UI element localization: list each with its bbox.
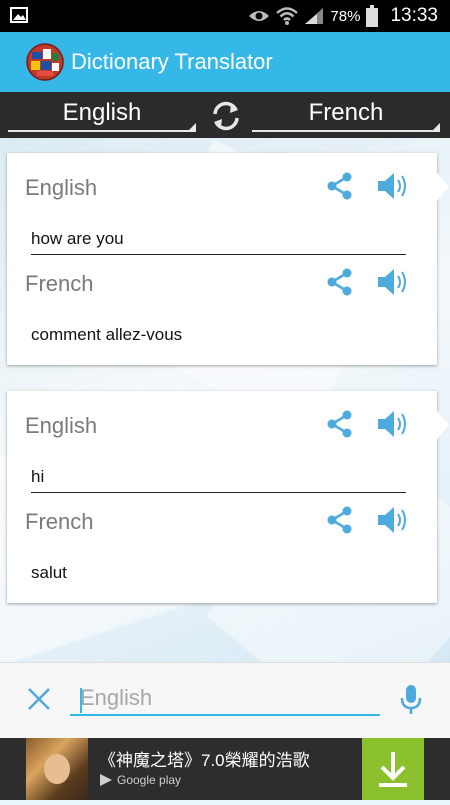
target-language-heading: French (25, 509, 94, 534)
translate-input[interactable] (70, 682, 380, 716)
translated-text[interactable]: comment allez-vous (31, 325, 182, 345)
speaker-icon[interactable] (375, 169, 409, 203)
mic-icon[interactable] (400, 684, 422, 716)
source-language-select[interactable]: English (8, 92, 196, 138)
translated-text[interactable]: salut (31, 563, 67, 583)
clock: 13:33 (390, 5, 438, 26)
status-bar: 78% 13:33 (0, 0, 450, 32)
translation-card: English hi French salut (7, 391, 449, 603)
signal-icon (305, 8, 324, 24)
speaker-icon[interactable] (375, 265, 409, 299)
ad-download-button[interactable] (362, 738, 424, 800)
ad-thumbnail[interactable] (26, 738, 88, 800)
app-title: Dictionary Translator (71, 49, 273, 74)
dropdown-corner-icon (187, 123, 196, 132)
globe-logo-icon (26, 43, 64, 81)
swap-icon[interactable] (209, 99, 243, 133)
dropdown-corner-icon (431, 123, 440, 132)
gallery-icon (10, 7, 28, 23)
download-icon (379, 752, 407, 787)
eye-icon (249, 11, 270, 21)
target-language-heading: French (25, 271, 94, 296)
ad-title[interactable]: 《神魔之塔》7.0榮耀的浩歌 (99, 746, 310, 771)
source-language-underline (8, 130, 196, 132)
app-bar: Dictionary Translator (0, 32, 450, 92)
wifi-icon (276, 7, 299, 25)
text-cursor (80, 688, 82, 713)
speaker-icon[interactable] (375, 407, 409, 441)
battery-percentage: 78% (330, 7, 361, 25)
source-text[interactable]: how are you (31, 229, 124, 249)
target-language-select[interactable]: French (252, 92, 440, 138)
play-store-label: Google play (117, 773, 182, 787)
translation-card: English how are you French comment allez… (7, 153, 449, 365)
share-icon[interactable] (325, 505, 355, 535)
source-text[interactable]: hi (31, 467, 44, 487)
play-store-badge: Google play (99, 773, 181, 787)
battery-icon (366, 5, 379, 27)
target-language-label: French (308, 99, 384, 126)
source-text-underline (31, 254, 406, 255)
target-language-underline (252, 130, 440, 132)
card-notch (437, 173, 449, 201)
speaker-icon[interactable] (375, 503, 409, 537)
share-icon[interactable] (325, 171, 355, 201)
share-icon[interactable] (325, 267, 355, 297)
play-store-icon (100, 774, 112, 786)
clear-icon[interactable] (26, 686, 52, 712)
share-icon[interactable] (325, 409, 355, 439)
ad-thumbnail-face (44, 754, 70, 784)
source-text-underline (31, 492, 406, 493)
source-language-heading: English (25, 413, 98, 438)
source-language-heading: English (25, 175, 98, 200)
source-language-label: English (62, 99, 142, 126)
card-notch (437, 411, 449, 439)
